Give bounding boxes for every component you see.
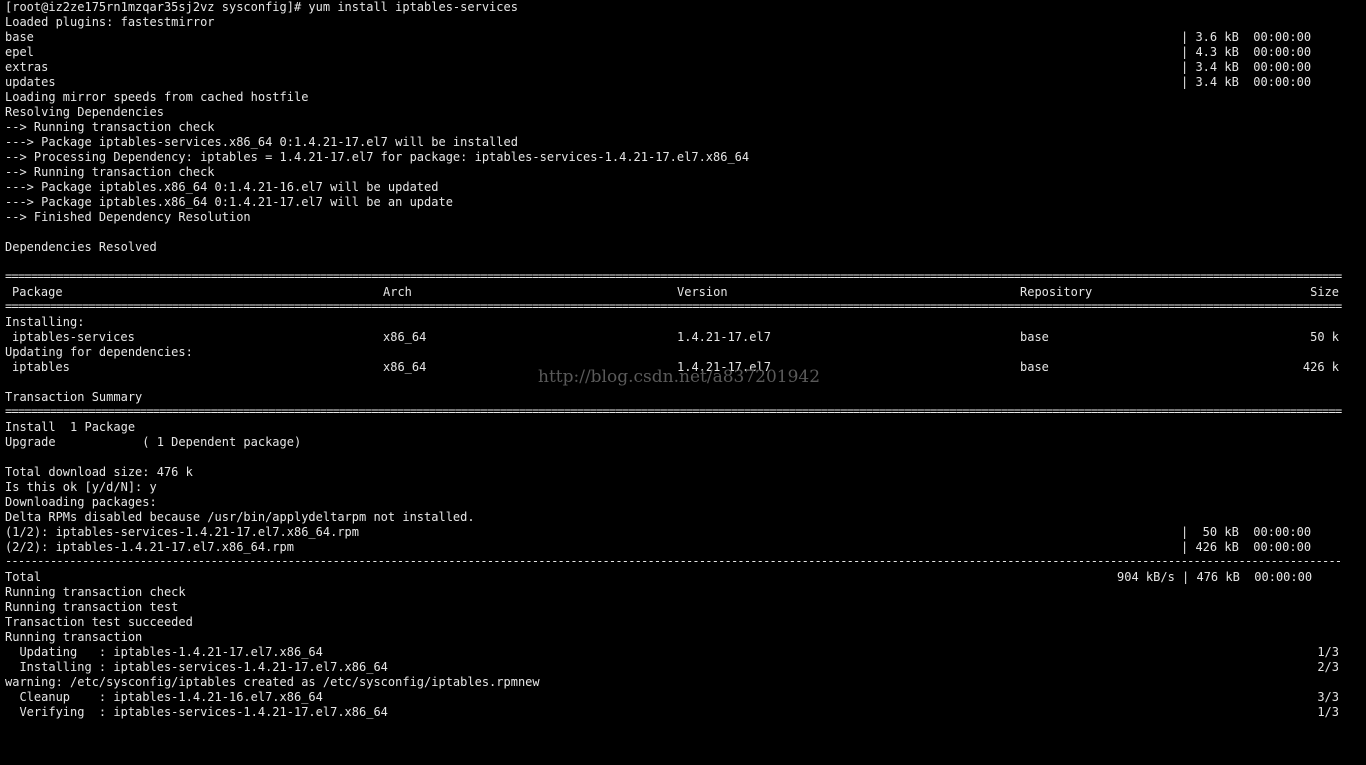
header-repository: Repository bbox=[1020, 285, 1093, 299]
dependencies-resolved-line: Dependencies Resolved bbox=[5, 240, 157, 254]
installing-label: Installing: bbox=[5, 315, 85, 329]
total-rate: 904 kB/s | 476 kB 00:00:00 bbox=[1117, 570, 1313, 584]
run-line: Running transaction test bbox=[5, 600, 179, 614]
row-arch: x86_64 bbox=[383, 330, 427, 344]
install-count-line: Install 1 Package bbox=[5, 420, 136, 434]
resolve-line: --> Processing Dependency: iptables = 1.… bbox=[5, 150, 750, 164]
resolve-line: ---> Package iptables.x86_64 0:1.4.21-16… bbox=[5, 180, 439, 194]
repo-name: updates bbox=[5, 75, 56, 89]
row-arch: x86_64 bbox=[383, 360, 427, 374]
resolve-line: ---> Package iptables.x86_64 0:1.4.21-17… bbox=[5, 195, 453, 209]
command-prompt-line: [root@iz2ze175rn1mzqar35sj2vz sysconfig]… bbox=[5, 0, 518, 14]
run-line: Running transaction check bbox=[5, 585, 186, 599]
step-line: Updating : iptables-1.4.21-17.el7.x86_64… bbox=[5, 645, 1345, 660]
header-version: Version bbox=[677, 285, 728, 299]
download-line: (1/2): iptables-services-1.4.21-17.el7.x… bbox=[5, 525, 1345, 540]
download-rule-dashed: ----------------------------------------… bbox=[5, 554, 1342, 568]
table-header-row: Package Arch Version Repository Size bbox=[5, 285, 1345, 300]
repo-line-extras: extras | 3.4 kB 00:00:00 bbox=[5, 60, 1345, 75]
transaction-summary-title: Transaction Summary bbox=[5, 390, 143, 404]
header-size: Size bbox=[1310, 285, 1339, 299]
blog-watermark: http://blog.csdn.net/a837201942 bbox=[538, 367, 821, 387]
repo-name: extras bbox=[5, 60, 49, 74]
row-repository: base bbox=[1020, 360, 1049, 374]
row-size: 426 k bbox=[1302, 360, 1339, 374]
download-name: (1/2): iptables-services-1.4.21-17.el7.x… bbox=[5, 525, 360, 539]
repo-name: base bbox=[5, 30, 34, 44]
table-rule-double: ========================================… bbox=[5, 269, 1342, 283]
table-row: iptables-services x86_64 1.4.21-17.el7 b… bbox=[5, 330, 1345, 345]
step-text: Installing : iptables-services-1.4.21-17… bbox=[5, 660, 388, 674]
upgrade-count-line: Upgrade ( 1 Dependent package) bbox=[5, 435, 302, 449]
repo-size: | 3.4 kB 00:00:00 bbox=[1181, 60, 1312, 74]
total-label: Total bbox=[5, 570, 42, 584]
download-name: (2/2): iptables-1.4.21-17.el7.x86_64.rpm bbox=[5, 540, 294, 554]
step-text: Verifying : iptables-services-1.4.21-17.… bbox=[5, 705, 388, 719]
step-line: Verifying : iptables-services-1.4.21-17.… bbox=[5, 705, 1345, 720]
total-line: Total 904 kB/s | 476 kB 00:00:00 bbox=[5, 570, 1345, 585]
step-count: 1/3 bbox=[1317, 705, 1339, 719]
total-download-size-line: Total download size: 476 k bbox=[5, 465, 193, 479]
warning-text: warning: /etc/sysconfig/iptables created… bbox=[5, 675, 540, 689]
repo-size: | 4.3 kB 00:00:00 bbox=[1181, 45, 1312, 59]
confirm-prompt-line: Is this ok [y/d/N]: y bbox=[5, 480, 157, 494]
step-text: Cleanup : iptables-1.4.21-16.el7.x86_64 bbox=[5, 690, 323, 704]
delta-rpm-line: Delta RPMs disabled because /usr/bin/app… bbox=[5, 510, 475, 524]
download-line: (2/2): iptables-1.4.21-17.el7.x86_64.rpm… bbox=[5, 540, 1345, 555]
step-line: Cleanup : iptables-1.4.21-16.el7.x86_64 … bbox=[5, 690, 1345, 705]
downloading-line: Downloading packages: bbox=[5, 495, 157, 509]
repo-size: | 3.4 kB 00:00:00 bbox=[1181, 75, 1312, 89]
resolve-line: Loading mirror speeds from cached hostfi… bbox=[5, 90, 309, 104]
download-size: | 426 kB 00:00:00 bbox=[1181, 540, 1312, 554]
resolve-line: --> Finished Dependency Resolution bbox=[5, 210, 251, 224]
resolve-line: --> Running transaction check bbox=[5, 120, 215, 134]
resolve-line: Resolving Dependencies bbox=[5, 105, 164, 119]
row-repository: base bbox=[1020, 330, 1049, 344]
row-size: 50 k bbox=[1310, 330, 1339, 344]
warning-line: warning: /etc/sysconfig/iptables created… bbox=[5, 675, 1345, 690]
step-text: Updating : iptables-1.4.21-17.el7.x86_64 bbox=[5, 645, 323, 659]
header-arch: Arch bbox=[383, 285, 412, 299]
row-package: iptables-services bbox=[12, 330, 135, 344]
step-count: 2/3 bbox=[1317, 660, 1339, 674]
repo-name: epel bbox=[5, 45, 34, 59]
plugins-line: Loaded plugins: fastestmirror bbox=[5, 15, 215, 29]
repo-line-updates: updates | 3.4 kB 00:00:00 bbox=[5, 75, 1345, 90]
summary-rule-double: ========================================… bbox=[5, 404, 1342, 418]
repo-size: | 3.6 kB 00:00:00 bbox=[1181, 30, 1312, 44]
step-line: Installing : iptables-services-1.4.21-17… bbox=[5, 660, 1345, 675]
download-size: | 50 kB 00:00:00 bbox=[1181, 525, 1312, 539]
resolve-line: ---> Package iptables-services.x86_64 0:… bbox=[5, 135, 518, 149]
run-line: Running transaction bbox=[5, 630, 143, 644]
step-count: 1/3 bbox=[1317, 645, 1339, 659]
table-rule-double: ========================================… bbox=[5, 299, 1342, 313]
repo-line-epel: epel | 4.3 kB 00:00:00 bbox=[5, 45, 1345, 60]
repo-line-base: base | 3.6 kB 00:00:00 bbox=[5, 30, 1345, 45]
resolve-line: --> Running transaction check bbox=[5, 165, 215, 179]
header-package: Package bbox=[12, 285, 63, 299]
updating-label: Updating for dependencies: bbox=[5, 345, 193, 359]
step-count: 3/3 bbox=[1317, 690, 1339, 704]
row-version: 1.4.21-17.el7 bbox=[677, 330, 771, 344]
row-package: iptables bbox=[12, 360, 70, 374]
run-line: Transaction test succeeded bbox=[5, 615, 193, 629]
